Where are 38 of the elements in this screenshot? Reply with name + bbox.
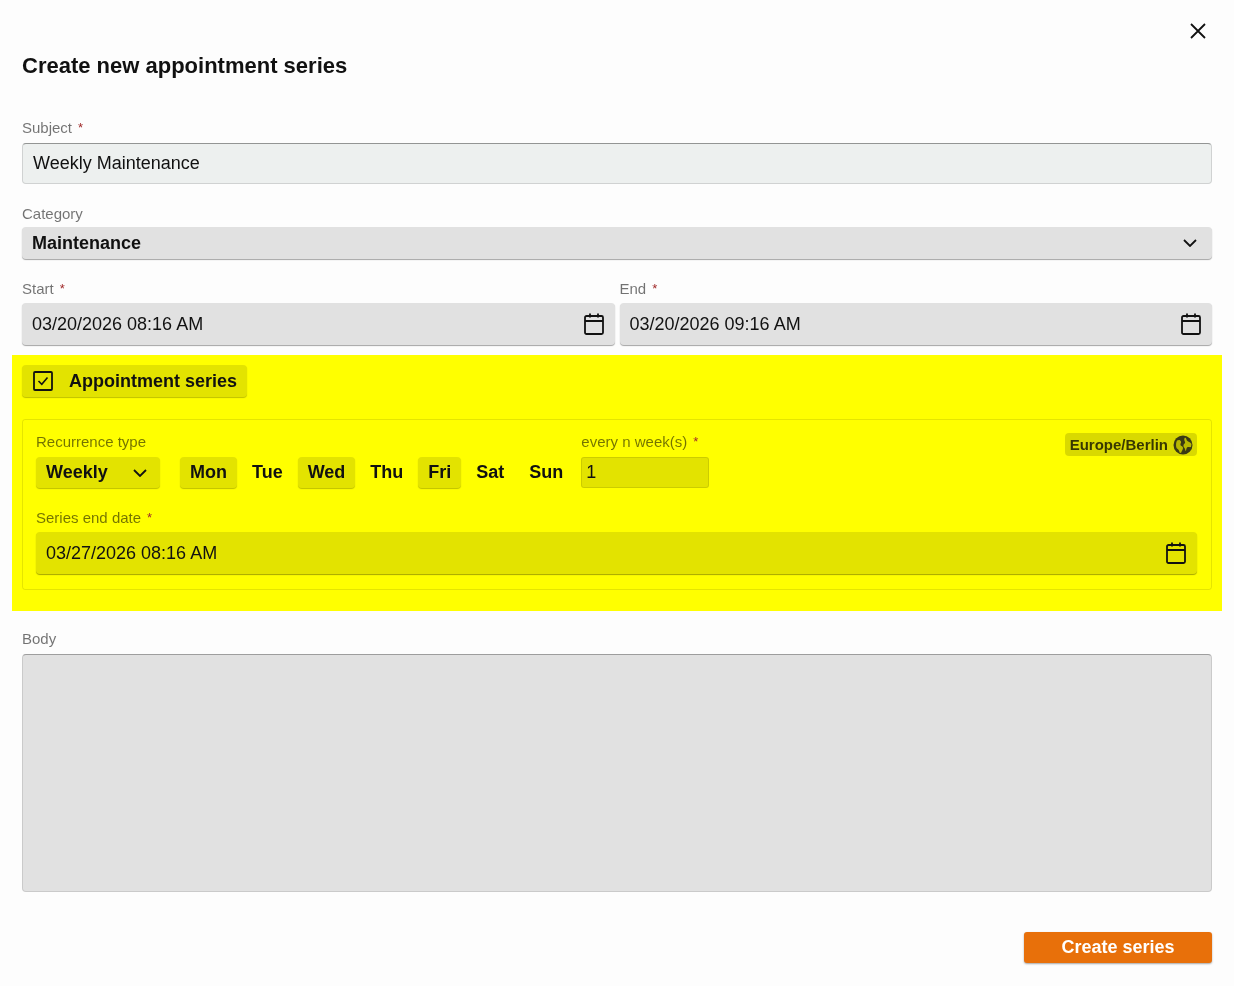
close-button[interactable] [1188, 21, 1208, 41]
dialog-title: Create new appointment series [22, 53, 349, 79]
field-label: every n week(s) [581, 433, 688, 451]
calendar-icon [1181, 313, 1201, 335]
field-label: Body [22, 630, 57, 648]
required-mark: * [59, 280, 65, 298]
appointment-series-toggle[interactable]: Appointment series [22, 365, 248, 397]
weekday-toggle[interactable]: Fri [418, 457, 462, 488]
weekday-toggle[interactable]: Sun [519, 457, 574, 488]
required-mark: * [652, 280, 658, 298]
required-mark: * [78, 119, 84, 137]
interval-field[interactable]: 1 [581, 457, 710, 488]
weekday-toggle[interactable]: Tue [242, 457, 293, 488]
weekday-toggle[interactable]: Sat [466, 457, 515, 488]
calendar-icon [1166, 542, 1186, 564]
required-mark: * [693, 433, 699, 451]
date-time-field[interactable]: 03/20/2026 08:16 AM [22, 303, 615, 345]
field-label: Category [22, 205, 83, 223]
globe-icon [1173, 434, 1193, 455]
subject-field[interactable]: Weekly Maintenance [22, 143, 1212, 184]
series-end-date-field[interactable]: 03/27/2026 08:16 AM [36, 532, 1197, 574]
category-dropdown[interactable]: Maintenance [22, 227, 1212, 259]
chevron-down-icon [1183, 239, 1197, 247]
field-label: End [619, 280, 647, 298]
weekday-toggle[interactable]: Thu [360, 457, 414, 488]
date-time-field[interactable]: 03/20/2026 09:16 AM [619, 303, 1212, 345]
chevron-down-icon [133, 468, 147, 477]
field-label: Start [22, 280, 54, 298]
timezone-badge[interactable]: Europe/Berlin [1064, 433, 1197, 456]
calendar-icon [583, 313, 604, 335]
close-icon [1190, 23, 1206, 39]
field-label: Series end date [36, 509, 142, 527]
required-mark: * [147, 509, 153, 527]
weekday-toggle[interactable]: Mon [180, 457, 237, 488]
recurrence-type-dropdown[interactable]: Weekly [36, 457, 160, 488]
field-label: Recurrence type [36, 433, 147, 451]
field-label: Subject [22, 119, 73, 137]
weekday-toggle[interactable]: Wed [297, 457, 356, 488]
